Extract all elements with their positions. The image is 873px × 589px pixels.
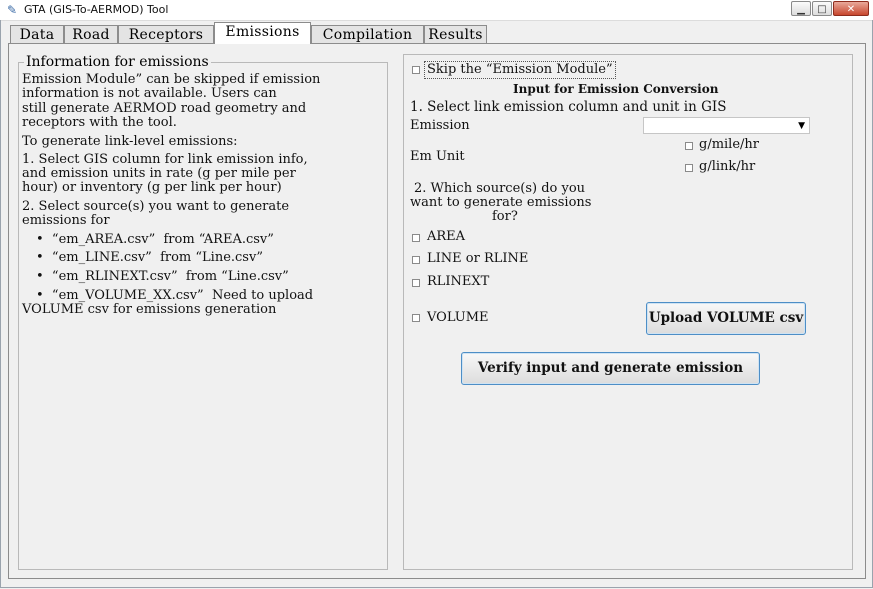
verify-generate-emission-button[interactable]: Verify input and generate emission (461, 352, 760, 385)
tab-compilation[interactable]: Compilation (311, 25, 424, 43)
info-text-line: receptors with the tool. (22, 115, 177, 130)
tab-road[interactable]: Road (64, 25, 118, 43)
info-text-line: VOLUME csv for emissions generation (22, 302, 277, 317)
emission-column-dropdown[interactable]: ▼ (643, 117, 810, 134)
tab-results[interactable]: Results (424, 25, 487, 43)
info-text-line: hour) or inventory (g per link per hour) (22, 180, 282, 195)
info-text-line: information is not available. Users can (22, 86, 277, 101)
minimize-button[interactable]: ▁ (791, 1, 811, 16)
unit-g-mile-hr-label: g/mile/hr (699, 137, 760, 152)
source-area-checkbox[interactable] (412, 234, 420, 242)
info-bullet-item: • “em_RLINEXT.csv” from “Line.csv” (36, 269, 289, 284)
info-text-line: emissions for (22, 213, 110, 228)
skip-module-checkbox[interactable] (412, 66, 420, 74)
em-unit-label: Em Unit (410, 149, 465, 164)
unit-g-link-hr-label: g/link/hr (699, 159, 756, 174)
source-rlinext-checkbox[interactable] (412, 279, 420, 287)
step1-text: 1. Select link emission column and unit … (410, 99, 727, 115)
info-bullet-item: • “em_AREA.csv” from “AREA.csv” (36, 232, 274, 247)
skip-module-label[interactable]: Skip the “Emission Module” (424, 61, 616, 79)
close-button[interactable]: ✕ (833, 1, 869, 16)
unit-g-mile-hr-checkbox[interactable] (685, 142, 693, 150)
info-text-line: To generate link-level emissions: (22, 134, 238, 149)
tab-emissions[interactable]: Emissions (214, 22, 311, 44)
upload-volume-csv-button[interactable]: Upload VOLUME csv (646, 302, 806, 335)
source-rlinext-label: RLINEXT (427, 274, 490, 289)
source-volume-checkbox[interactable] (412, 314, 420, 322)
info-bullet-item: • “em_LINE.csv” from “Line.csv” (36, 250, 263, 265)
unit-g-link-hr-checkbox[interactable] (685, 164, 693, 172)
feather-icon: ✎ (6, 3, 18, 17)
section-title: Input for Emission Conversion (513, 82, 719, 96)
source-line-checkbox[interactable] (412, 256, 420, 264)
step2-text: for? (492, 209, 518, 224)
maximize-button[interactable]: □ (812, 1, 832, 16)
emission-label: Emission (410, 118, 470, 133)
source-line-label: LINE or RLINE (427, 251, 529, 266)
info-frame-title: Information for emissions (24, 54, 211, 70)
tab-receptors[interactable]: Receptors (118, 25, 214, 43)
tab-data[interactable]: Data (10, 25, 64, 43)
window-title: GTA (GIS-To-AERMOD) Tool (24, 3, 169, 16)
chevron-down-icon: ▼ (798, 121, 805, 131)
source-volume-label: VOLUME (427, 310, 489, 325)
source-area-label: AREA (427, 229, 466, 244)
